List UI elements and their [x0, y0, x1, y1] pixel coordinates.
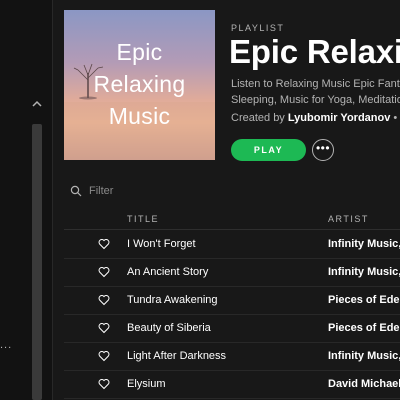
track-artist[interactable]: Infinity Music, A	[328, 237, 400, 251]
track-row[interactable]: Elysium David Michael T	[64, 370, 400, 399]
heart-icon[interactable]	[98, 294, 110, 306]
created-by-label: Created by	[231, 112, 288, 124]
search-icon	[70, 185, 82, 197]
track-artist[interactable]: Infinity Music, A	[328, 349, 400, 363]
more-icon: •••	[315, 141, 331, 155]
heart-icon[interactable]	[98, 378, 110, 390]
heart-icon[interactable]	[98, 322, 110, 334]
heart-icon[interactable]	[98, 266, 110, 278]
track-row[interactable]: Tundra Awakening Pieces of Eden, A	[64, 286, 400, 315]
created-by-line: Created by Lyubomir Yordanov • 44 so	[231, 111, 400, 125]
cover-title: Epic Relaxing Music	[64, 36, 215, 132]
play-button[interactable]: PLAY	[231, 139, 306, 161]
track-row[interactable]: Light After Darkness Infinity Music, A	[64, 342, 400, 371]
playlist-description: Listen to Relaxing Music Epic Fantasy Sl…	[231, 76, 400, 108]
track-title[interactable]: Elysium	[127, 377, 166, 391]
track-artist[interactable]: Pieces of Eden, A	[328, 293, 400, 307]
cover-line: Relaxing	[93, 71, 186, 97]
column-header-artist[interactable]: ARTIST	[328, 214, 369, 224]
description-line: Sleeping, Music for Yoga, Meditation,	[231, 94, 400, 106]
track-row[interactable]: Beauty of Siberia Pieces of Eden, A	[64, 314, 400, 343]
heart-icon[interactable]	[98, 350, 110, 362]
track-artist[interactable]: David Michael T	[328, 377, 400, 391]
track-title[interactable]: Tundra Awakening	[127, 293, 218, 307]
filter-box	[70, 183, 190, 199]
track-row[interactable]: An Ancient Story Infinity Music, A	[64, 258, 400, 287]
song-count: • 44 so	[393, 112, 400, 124]
cover-line: Epic	[116, 39, 163, 65]
heart-icon[interactable]	[98, 238, 110, 250]
track-artist[interactable]: Pieces of Eden, A	[328, 321, 400, 335]
description-line: Listen to Relaxing Music Epic Fantasy	[231, 78, 400, 90]
track-artist[interactable]: Infinity Music, A	[328, 265, 400, 279]
sidebar-scrollbar[interactable]	[32, 124, 42, 400]
author-link[interactable]: Lyubomir Yordanov	[288, 112, 390, 124]
sidebar-more-text: ...	[0, 339, 13, 351]
chevron-up-icon[interactable]	[31, 98, 43, 110]
column-header-title[interactable]: TITLE	[127, 214, 159, 224]
playlist-view: Epic Relaxing Music PLAYLIST Epic Relaxi…	[53, 0, 400, 400]
filter-input[interactable]	[89, 183, 189, 199]
track-title[interactable]: I Won't Forget	[127, 237, 196, 251]
more-options-button[interactable]: •••	[312, 139, 334, 161]
cover-line: Music	[108, 103, 171, 129]
track-row[interactable]: I Won't Forget Infinity Music, A	[64, 230, 400, 259]
playlist-cover: Epic Relaxing Music	[64, 10, 215, 160]
track-title[interactable]: An Ancient Story	[127, 265, 208, 279]
sidebar: ...	[0, 0, 53, 400]
page-title: Epic Relaxin	[229, 33, 400, 70]
track-title[interactable]: Beauty of Siberia	[127, 321, 211, 335]
track-title[interactable]: Light After Darkness	[127, 349, 226, 363]
